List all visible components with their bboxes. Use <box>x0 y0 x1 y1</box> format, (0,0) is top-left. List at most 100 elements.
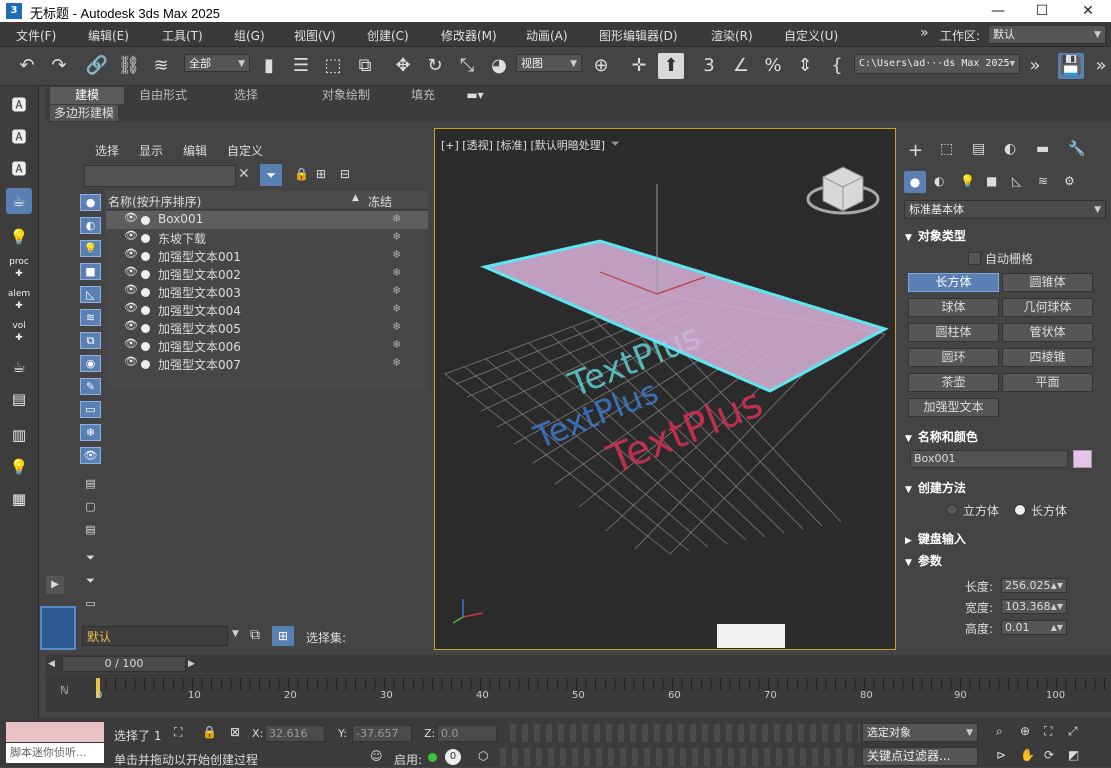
tab-freeform[interactable]: 自由形式 <box>128 87 198 104</box>
geosphere-button[interactable]: 几何球体 <box>1002 298 1093 317</box>
selection-lock-icon[interactable]: 🔒 <box>202 725 217 739</box>
pan-icon[interactable]: ✋ <box>1020 748 1035 762</box>
lights-icon[interactable]: 💡 <box>960 174 975 188</box>
layer-dropdown[interactable]: 默认 <box>82 626 228 646</box>
funnel-settings-icon[interactable]: ⏷ <box>80 573 101 590</box>
scene-explorer-icon[interactable]: ☕ <box>6 188 32 214</box>
field-of-view-icon[interactable]: ⊳ <box>996 748 1006 762</box>
vol-icon[interactable]: vol ✚ <box>6 320 32 346</box>
maxscript-listener-pink[interactable] <box>6 722 104 742</box>
absolute-mode-icon[interactable]: ⊠ <box>230 725 240 739</box>
rect-selection-icon[interactable]: ⬚ <box>320 53 346 79</box>
column-name-header[interactable]: 名称(按升序排序) <box>108 193 201 210</box>
explorer-menu-edit[interactable]: 编辑 <box>183 142 207 159</box>
prev-frame-icon[interactable]: ◀ <box>48 657 60 671</box>
object-edit-icon[interactable]: ▤ <box>6 386 32 412</box>
name-color-rollout[interactable]: ▼ 名称和颜色 <box>905 428 1097 448</box>
adaptive-degradation-icon[interactable]: ☺ <box>370 749 383 763</box>
zoom-icon[interactable]: ⌕ <box>996 724 1003 739</box>
workspace-dropdown[interactable]: 默认 ▼ <box>988 25 1106 44</box>
frozen-filter-icon[interactable]: ❄ <box>80 424 101 441</box>
create-tab-icon[interactable]: + <box>908 140 923 161</box>
undo-icon[interactable]: ↶ <box>14 53 40 79</box>
explorer-menu-select[interactable]: 选择 <box>95 142 119 159</box>
height-spinner[interactable]: 0.01 ▲▼ <box>1001 620 1067 635</box>
close-button[interactable]: ✕ <box>1065 0 1111 22</box>
textplus-button[interactable]: 加强型文本 <box>908 398 999 417</box>
maximize-button[interactable]: ☐ <box>1019 0 1065 22</box>
alem-icon[interactable]: alem ✚ <box>6 288 32 314</box>
spacewarps-icon[interactable]: ≋ <box>1038 174 1048 188</box>
menu-file[interactable]: 文件(F) <box>16 27 56 44</box>
select-object-icon[interactable]: ▮ <box>256 53 282 79</box>
x-coordinate-field[interactable]: 32.616 <box>265 725 325 742</box>
layer-hierarchy-icon[interactable]: ⊟ <box>340 167 350 181</box>
spinner-snap-icon[interactable]: ⇕ <box>792 53 818 79</box>
tab-populate[interactable]: 填充 <box>402 87 444 104</box>
eye-icon[interactable]: 👁 <box>124 319 138 332</box>
render-dot[interactable] <box>141 270 150 279</box>
render-dot[interactable] <box>141 324 150 333</box>
cone-button[interactable]: 圆锥体 <box>1002 273 1093 292</box>
tab-modeling[interactable]: 建模 <box>50 87 124 104</box>
helpers-filter-icon[interactable]: ◺ <box>80 286 101 303</box>
toolbar-overflow-icon[interactable]: » <box>1088 53 1111 79</box>
render-dot[interactable] <box>141 216 150 225</box>
render-dot[interactable] <box>141 252 150 261</box>
isolate-icon[interactable]: ⛶ <box>174 725 182 740</box>
filter-icon[interactable]: ⏷ <box>260 164 282 186</box>
eye-icon[interactable]: 👁 <box>124 229 138 242</box>
y-coordinate-field[interactable]: -37.657 <box>352 725 412 742</box>
freeze-icon[interactable]: ❄ <box>392 230 401 243</box>
eye-icon[interactable]: 👁 <box>124 337 138 350</box>
light-object[interactable] <box>717 624 785 648</box>
folder-icon[interactable]: ▭ <box>80 596 101 613</box>
select-by-name-icon[interactable]: ☰ <box>288 53 314 79</box>
width-spinner[interactable]: 103.368 ▲▼ <box>1001 599 1067 614</box>
menu-view[interactable]: 视图(V) <box>294 27 336 44</box>
maximize-viewport-icon[interactable]: ◩ <box>1068 748 1079 762</box>
pyramid-button[interactable]: 四棱锥 <box>1002 348 1093 367</box>
freeze-icon[interactable]: ❄ <box>392 302 401 315</box>
render-dot[interactable] <box>141 234 150 243</box>
list-item[interactable]: 👁 加强型文本004 ❄ <box>106 301 428 319</box>
eye-icon[interactable]: 👁 <box>124 265 138 278</box>
proc-icon[interactable]: proc ✚ <box>6 256 32 282</box>
pivot-center-icon[interactable]: ⊕ <box>588 53 614 79</box>
hierarchy-icon[interactable]: ⊞ <box>316 167 326 181</box>
menu-rendering[interactable]: 渲染(R) <box>711 27 753 44</box>
schematic-icon[interactable]: ▦ <box>6 486 32 512</box>
containers-filter-icon[interactable]: ▭ <box>80 401 101 418</box>
save-icon[interactable]: 💾 <box>1058 53 1084 79</box>
menu-create[interactable]: 创建(C) <box>367 27 409 44</box>
column-frozen-header[interactable]: 冻结 <box>368 193 392 210</box>
teapot-button[interactable]: 茶壶 <box>908 373 999 392</box>
clear-search-icon[interactable]: ✕ <box>238 166 250 182</box>
eye-icon[interactable]: 👁 <box>124 283 138 296</box>
lock-icon[interactable]: 🔒 <box>294 167 309 181</box>
menu-tools[interactable]: 工具(T) <box>162 27 203 44</box>
move-icon[interactable]: ✥ <box>390 53 416 79</box>
display-all-icon[interactable]: ▤ <box>80 476 101 493</box>
reference-coord-dropdown[interactable]: 视图 ▼ <box>516 54 582 72</box>
unlink-icon[interactable]: ⛓ <box>116 53 142 79</box>
shapes-icon[interactable]: ◐ <box>934 174 944 188</box>
cylinder-button[interactable]: 圆柱体 <box>908 323 999 342</box>
select-manipulate-icon[interactable]: ✛ <box>626 53 652 79</box>
explorer-menu-display[interactable]: 显示 <box>139 142 163 159</box>
freeze-icon[interactable]: ❄ <box>392 248 401 261</box>
ribbon-options-icon[interactable]: ▬▾ <box>460 87 490 104</box>
length-spinner[interactable]: 256.025 ▲▼ <box>1001 578 1067 593</box>
zero-icon[interactable]: 0 <box>445 749 461 765</box>
freeze-icon[interactable]: ❄ <box>392 356 401 369</box>
spinner-arrows-icon[interactable]: ▲▼ <box>1051 579 1063 592</box>
curve-editor-icon[interactable]: ℕ <box>60 684 69 697</box>
spinner-arrows-icon[interactable]: ▲▼ <box>1051 621 1063 634</box>
time-slider[interactable]: ◀ 0 / 100 ▶ <box>46 655 1111 673</box>
window-crossing-icon[interactable]: ⧉ <box>352 53 378 79</box>
cube-icon[interactable]: ⬡ <box>478 749 488 763</box>
cameras-icon[interactable]: ■ <box>986 174 997 188</box>
xrefs-filter-icon[interactable]: ◉ <box>80 355 101 372</box>
menu-more[interactable]: » <box>920 25 929 41</box>
list-item[interactable]: 👁 加强型文本007 ❄ <box>106 355 428 373</box>
